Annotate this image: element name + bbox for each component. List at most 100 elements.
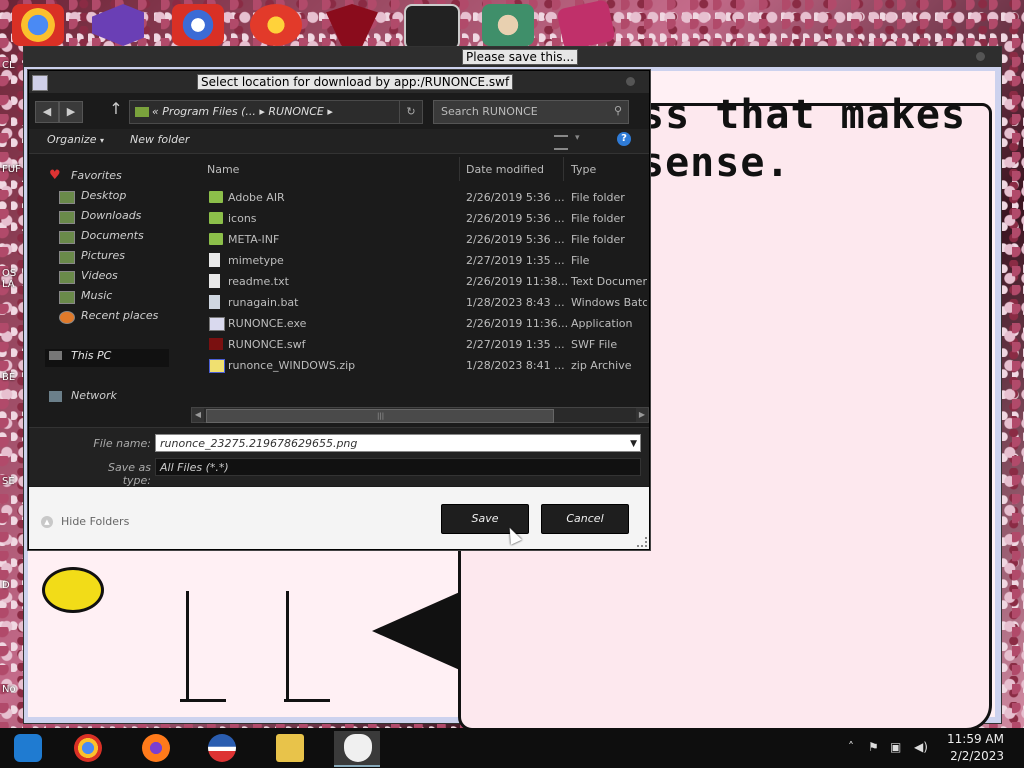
- app-2-shortcut-icon[interactable]: [172, 4, 224, 46]
- save-form: File name: runonce_23275.219678629655.pn…: [29, 427, 649, 487]
- chrome-shortcut-icon[interactable]: [12, 4, 64, 46]
- organize-button[interactable]: Organize ▾: [47, 133, 104, 146]
- file-row[interactable]: RUNONCE.exe 2/26/2019 11:36... Applicati…: [191, 313, 647, 334]
- app-title: Please save this...: [462, 49, 578, 65]
- file-name: RUNONCE.swf: [228, 338, 306, 351]
- game-shortcut-icon[interactable]: [482, 4, 534, 46]
- character-leg: [186, 591, 189, 701]
- volume-icon[interactable]: ◀): [914, 740, 928, 754]
- save-dialog: Select location for download by app:/RUN…: [28, 70, 650, 550]
- address-bar[interactable]: « Program Files (... ▸ RUNONCE ▸ ↻: [129, 100, 423, 124]
- taskbar-folder[interactable]: [266, 731, 312, 765]
- file-row[interactable]: readme.txt 2/26/2019 11:38... Text Docum…: [191, 271, 647, 292]
- exe-icon: [209, 317, 225, 331]
- desktop-label: OS LA: [2, 268, 17, 290]
- scroll-left-icon[interactable]: ◀: [192, 408, 204, 422]
- resize-grip-icon[interactable]: [637, 537, 647, 547]
- file-name: RUNONCE.exe: [228, 317, 307, 330]
- file-type: Windows Batc: [571, 296, 647, 309]
- file-name-input[interactable]: runonce_23275.219678629655.png ▼: [155, 434, 641, 452]
- dropdown-caret-icon[interactable]: ▼: [630, 435, 637, 453]
- visual-studio-shortcut-icon[interactable]: [92, 4, 144, 46]
- file-row[interactable]: icons 2/26/2019 5:36 ... File folder: [191, 208, 647, 229]
- file-name-value: runonce_23275.219678629655.png: [160, 437, 358, 450]
- forward-button[interactable]: ▶: [59, 101, 83, 123]
- breadcrumb-chevron-icon[interactable]: ▸: [327, 105, 333, 118]
- show-hidden-icons-icon[interactable]: ˄: [848, 740, 854, 754]
- cmd-shortcut-icon[interactable]: [404, 4, 460, 50]
- taskbar-bunny-app[interactable]: [334, 731, 380, 767]
- up-button[interactable]: ↑: [107, 99, 125, 118]
- help-icon[interactable]: ?: [617, 132, 631, 146]
- character-foot: [284, 699, 330, 702]
- view-options-icon[interactable]: [554, 135, 568, 150]
- horizontal-scrollbar[interactable]: ◀ ||| ▶: [191, 407, 649, 423]
- hide-folders-label: Hide Folders: [61, 515, 130, 528]
- file-type: Application: [571, 317, 633, 330]
- breadcrumb-program-files[interactable]: Program Files (...: [162, 105, 256, 118]
- desktop-label: D: [2, 580, 10, 591]
- sidebar-label: Network: [71, 389, 117, 402]
- taskbar-firefox[interactable]: [132, 731, 178, 765]
- taskbar-file-explorer[interactable]: [4, 731, 50, 765]
- navigation-bar: ◀ ▶ ↑ « Program Files (... ▸ RUNONCE ▸ ↻…: [29, 97, 649, 125]
- refresh-icon: ↻: [406, 105, 416, 118]
- network-icon[interactable]: ▣: [890, 740, 901, 754]
- column-separator[interactable]: [459, 157, 460, 181]
- app-titlebar[interactable]: Please save this...: [24, 47, 1001, 67]
- windows-app-icon: [14, 734, 42, 762]
- breadcrumb-runonce[interactable]: RUNONCE: [268, 105, 323, 118]
- flag-icon[interactable]: ⚑: [868, 740, 879, 754]
- clock-time[interactable]: 11:59 AM: [947, 732, 1004, 746]
- column-header-type[interactable]: Type: [571, 163, 596, 176]
- back-button[interactable]: ◀: [35, 101, 59, 123]
- desktop-label: CL: [2, 60, 15, 71]
- column-header-date[interactable]: Date modified: [466, 163, 544, 176]
- column-separator[interactable]: [563, 157, 564, 181]
- clock-date[interactable]: 2/2/2023: [950, 749, 1004, 763]
- breadcrumb-chevron-icon[interactable]: ▸: [259, 105, 265, 118]
- documents-icon: [59, 231, 75, 244]
- address-path[interactable]: « Program Files (... ▸ RUNONCE ▸: [152, 101, 333, 123]
- scroll-right-icon[interactable]: ▶: [636, 408, 648, 422]
- column-header-name[interactable]: Name: [207, 163, 239, 176]
- search-icon[interactable]: ⚲: [610, 103, 626, 119]
- save-as-type-select[interactable]: All Files (*.*): [155, 458, 641, 476]
- file-row[interactable]: RUNONCE.swf 2/27/2019 1:35 ... SWF File: [191, 334, 647, 355]
- character-leg: [286, 591, 289, 701]
- taskbar-chrome[interactable]: [64, 731, 110, 765]
- pink-app-shortcut-icon[interactable]: [556, 0, 616, 51]
- app-close-icon[interactable]: [976, 52, 985, 61]
- new-folder-button[interactable]: New folder: [130, 133, 189, 146]
- file-type: File: [571, 254, 590, 267]
- search-input[interactable]: Search RUNONCE ⚲: [433, 100, 629, 124]
- computer-icon: [49, 351, 62, 360]
- file-row[interactable]: runonce_WINDOWS.zip 1/28/2023 8:41 ... z…: [191, 355, 647, 376]
- file-type: File folder: [571, 212, 625, 225]
- dialog-toolbar: Organize ▾ New folder ▾ ?: [29, 129, 649, 154]
- downloads-icon: [59, 211, 75, 224]
- scrollbar-thumb[interactable]: |||: [206, 409, 554, 423]
- file-name-label: File name:: [93, 437, 151, 450]
- refresh-button[interactable]: ↻: [399, 101, 422, 123]
- system-tray: ˄ ⚑ ▣ ◀) 11:59 AM 2/2/2023: [834, 728, 1024, 768]
- file-row[interactable]: Adobe AIR 2/26/2019 5:36 ... File folder: [191, 187, 647, 208]
- dialog-footer: ▲ Hide Folders Save Cancel: [29, 487, 649, 549]
- file-date: 2/26/2019 5:36 ...: [466, 212, 565, 225]
- file-row[interactable]: mimetype 2/27/2019 1:35 ... File: [191, 250, 647, 271]
- address-overflow-chevron[interactable]: «: [152, 105, 159, 118]
- heart-icon: ♥: [49, 168, 61, 183]
- folder-icon: [209, 191, 223, 203]
- p-app-shortcut-icon[interactable]: [250, 4, 302, 46]
- taskbar-obama-logo[interactable]: [198, 731, 244, 765]
- file-row[interactable]: runagain.bat 1/28/2023 8:43 ... Windows …: [191, 292, 647, 313]
- cancel-button[interactable]: Cancel: [541, 504, 629, 534]
- dialog-close-icon[interactable]: [626, 77, 635, 86]
- batch-file-icon: [209, 295, 220, 309]
- dialog-titlebar[interactable]: Select location for download by app:/RUN…: [29, 71, 649, 93]
- character-foot: [180, 699, 226, 702]
- red-app-shortcut-icon[interactable]: [326, 4, 378, 46]
- view-dropdown-icon[interactable]: ▾: [575, 133, 580, 143]
- desktop-label: FUF: [2, 164, 21, 175]
- file-row[interactable]: META-INF 2/26/2019 5:36 ... File folder: [191, 229, 647, 250]
